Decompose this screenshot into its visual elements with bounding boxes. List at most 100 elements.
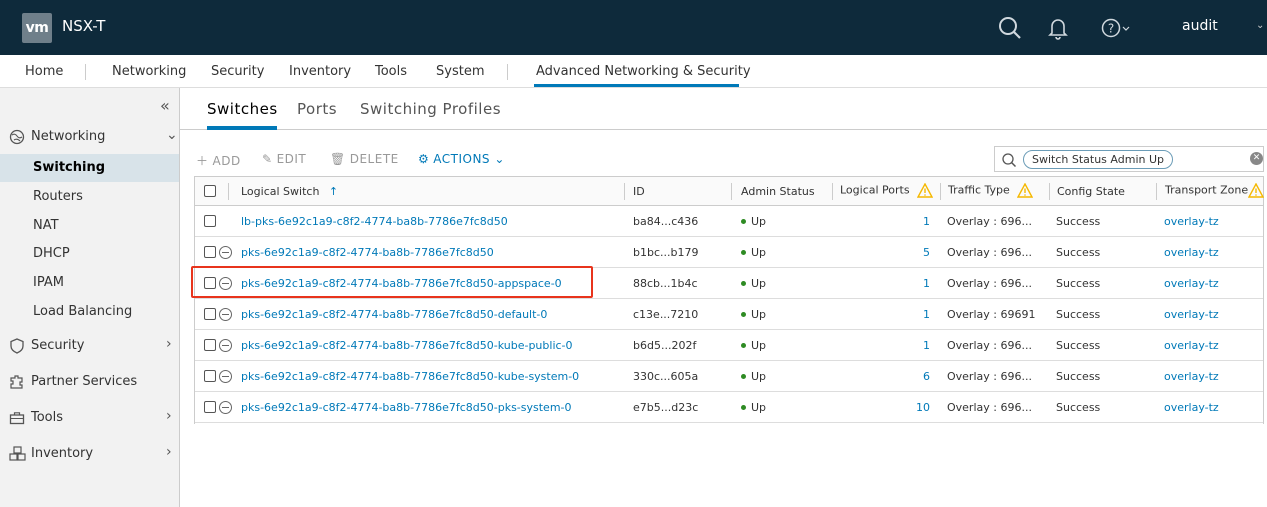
sidebar-group-security[interactable]: Security › (0, 331, 179, 361)
row-checkbox[interactable] (204, 370, 216, 382)
logical-switch-link[interactable]: lb-pks-6e92c1a9-c8f2-4774-ba8b-7786e7fc8… (241, 215, 508, 228)
table-row[interactable]: pks-6e92c1a9-c8f2-4774-ba8b-7786e7fc8d50… (195, 237, 1263, 268)
clear-filter-icon[interactable]: ✕ (1250, 152, 1263, 165)
transport-zone-link[interactable]: overlay-tz (1164, 401, 1219, 414)
column-header-logical-ports[interactable]: Logical Ports (840, 183, 934, 198)
tab-switches[interactable]: Switches (207, 100, 278, 118)
column-header-config-state[interactable]: Config State (1057, 185, 1125, 198)
nav-networking[interactable]: Networking (112, 64, 186, 79)
delete-button[interactable]: 🗑 DELETE (330, 152, 399, 166)
select-all-checkbox[interactable] (204, 185, 216, 197)
minus-circle-icon (219, 246, 232, 259)
search-icon[interactable] (996, 14, 1024, 42)
table-row[interactable]: lb-pks-6e92c1a9-c8f2-4774-ba8b-7786e7fc8… (195, 206, 1263, 237)
minus-circle-icon (219, 277, 232, 290)
logical-ports-link[interactable]: 1 (890, 215, 930, 228)
logical-switch-link[interactable]: pks-6e92c1a9-c8f2-4774-ba8b-7786e7fc8d50 (241, 246, 494, 259)
delete-button-label: DELETE (349, 152, 399, 166)
column-header-traffic-type[interactable]: Traffic Type (948, 183, 1034, 198)
row-checkbox[interactable] (204, 401, 216, 413)
warning-icon (1017, 183, 1034, 198)
nav-tools[interactable]: Tools (375, 64, 407, 79)
sidebar-group-inventory[interactable]: Inventory › (0, 439, 179, 469)
logical-ports-link[interactable]: 5 (890, 246, 930, 259)
row-checkbox[interactable] (204, 246, 216, 258)
nav-divider (507, 64, 508, 80)
table-row[interactable]: pks-6e92c1a9-c8f2-4774-ba8b-7786e7fc8d50… (195, 268, 1263, 299)
row-checkbox[interactable] (204, 308, 216, 320)
tab-switching-profiles[interactable]: Switching Profiles (360, 100, 501, 118)
column-divider (228, 183, 229, 200)
switch-id: c13e...7210 (633, 308, 699, 321)
traffic-type: Overlay : 696... (947, 277, 1032, 290)
bell-icon[interactable] (1044, 14, 1072, 42)
shield-icon (8, 337, 26, 355)
sidebar-group-partner-services[interactable]: Partner Services (0, 367, 179, 397)
column-header-admin-status[interactable]: Admin Status (741, 185, 815, 198)
row-checkbox[interactable] (204, 215, 216, 227)
nav-security[interactable]: Security (211, 64, 264, 79)
traffic-type: Overlay : 696... (947, 370, 1032, 383)
sidebar-item-nat[interactable]: NAT (0, 212, 179, 240)
row-checkbox[interactable] (204, 277, 216, 289)
help-icon[interactable]: ? (1098, 14, 1130, 42)
logical-ports-link[interactable]: 1 (890, 277, 930, 290)
add-button[interactable]: ＋ ADD (196, 152, 241, 169)
logical-switch-link[interactable]: pks-6e92c1a9-c8f2-4774-ba8b-7786e7fc8d50… (241, 401, 572, 414)
status-up-dot (741, 218, 746, 224)
transport-zone-link[interactable]: overlay-tz (1164, 277, 1219, 290)
sidebar-item-ipam[interactable]: IPAM (0, 269, 179, 297)
logical-switch-link[interactable]: pks-6e92c1a9-c8f2-4774-ba8b-7786e7fc8d50… (241, 308, 547, 321)
nav-inventory[interactable]: Inventory (289, 64, 351, 79)
transport-zone-link[interactable]: overlay-tz (1164, 246, 1219, 259)
sidebar-item-routers[interactable]: Routers (0, 183, 179, 211)
logical-ports-link[interactable]: 10 (890, 401, 930, 414)
table-row[interactable]: pks-6e92c1a9-c8f2-4774-ba8b-7786e7fc8d50… (195, 392, 1263, 423)
traffic-type: Overlay : 69691 (947, 308, 1036, 321)
sidebar-item-switching[interactable]: Switching (0, 154, 179, 182)
sidebar-item-dhcp[interactable]: DHCP (0, 240, 179, 268)
table-row[interactable]: pks-6e92c1a9-c8f2-4774-ba8b-7786e7fc8d50… (195, 330, 1263, 361)
nav-home[interactable]: Home (25, 64, 63, 79)
transport-zone-link[interactable]: overlay-tz (1164, 370, 1219, 383)
add-button-label: ADD (212, 154, 241, 168)
user-menu[interactable]: audit (1182, 18, 1218, 34)
logical-ports-link[interactable]: 1 (890, 308, 930, 321)
table-row[interactable]: pks-6e92c1a9-c8f2-4774-ba8b-7786e7fc8d50… (195, 361, 1263, 392)
logical-switches-table: Logical Switch ↑ ID Admin Status Logical… (194, 176, 1265, 424)
column-divider (624, 183, 625, 200)
sort-ascending-icon: ↑ (328, 185, 339, 198)
sidebar-item-label: Load Balancing (33, 304, 133, 319)
logical-ports-link[interactable]: 1 (890, 339, 930, 352)
filter-pill[interactable]: Switch Status Admin Up (1023, 150, 1173, 169)
transport-zone-link[interactable]: overlay-tz (1164, 308, 1219, 321)
sidebar-item-load-balancing[interactable]: Load Balancing (0, 298, 179, 326)
logical-ports-link[interactable]: 6 (890, 370, 930, 383)
transport-zone-link[interactable]: overlay-tz (1164, 215, 1219, 228)
sidebar-group-networking[interactable]: Networking ⌄ (0, 122, 179, 152)
logical-switch-link[interactable]: pks-6e92c1a9-c8f2-4774-ba8b-7786e7fc8d50… (241, 370, 579, 383)
sidebar-group-tools[interactable]: Tools › (0, 403, 179, 433)
transport-zone-link[interactable]: overlay-tz (1164, 339, 1219, 352)
table-row[interactable]: pks-6e92c1a9-c8f2-4774-ba8b-7786e7fc8d50… (195, 299, 1263, 330)
row-checkbox[interactable] (204, 339, 216, 351)
admin-status-label: Up (751, 215, 767, 228)
nav-system[interactable]: System (436, 64, 484, 79)
tab-ports[interactable]: Ports (297, 100, 337, 118)
edit-button[interactable]: ✎ EDIT (262, 152, 306, 166)
logical-switch-link[interactable]: pks-6e92c1a9-c8f2-4774-ba8b-7786e7fc8d50… (241, 277, 562, 290)
column-header-label: Traffic Type (948, 183, 1010, 197)
logical-switch-link[interactable]: pks-6e92c1a9-c8f2-4774-ba8b-7786e7fc8d50… (241, 339, 573, 352)
column-header-id[interactable]: ID (633, 185, 645, 198)
nav-divider (85, 64, 86, 80)
column-header-logical-switch[interactable]: Logical Switch ↑ (241, 185, 338, 198)
actions-menu-button[interactable]: ⚙ ACTIONS ⌄ (418, 152, 505, 166)
collapse-sidebar-icon[interactable]: « (160, 96, 170, 115)
filter-search-input[interactable]: Switch Status Admin Up ✕ (994, 146, 1264, 172)
sidebar-item-label: IPAM (33, 275, 64, 290)
nav-advanced-networking-security[interactable]: Advanced Networking & Security (536, 64, 751, 79)
chevron-down-icon[interactable]: ⌄ (1256, 20, 1264, 31)
chevron-down-icon: ⌄ (490, 152, 505, 166)
column-header-transport-zone[interactable]: Transport Zone (1165, 183, 1265, 198)
status-up-dot (741, 249, 746, 255)
